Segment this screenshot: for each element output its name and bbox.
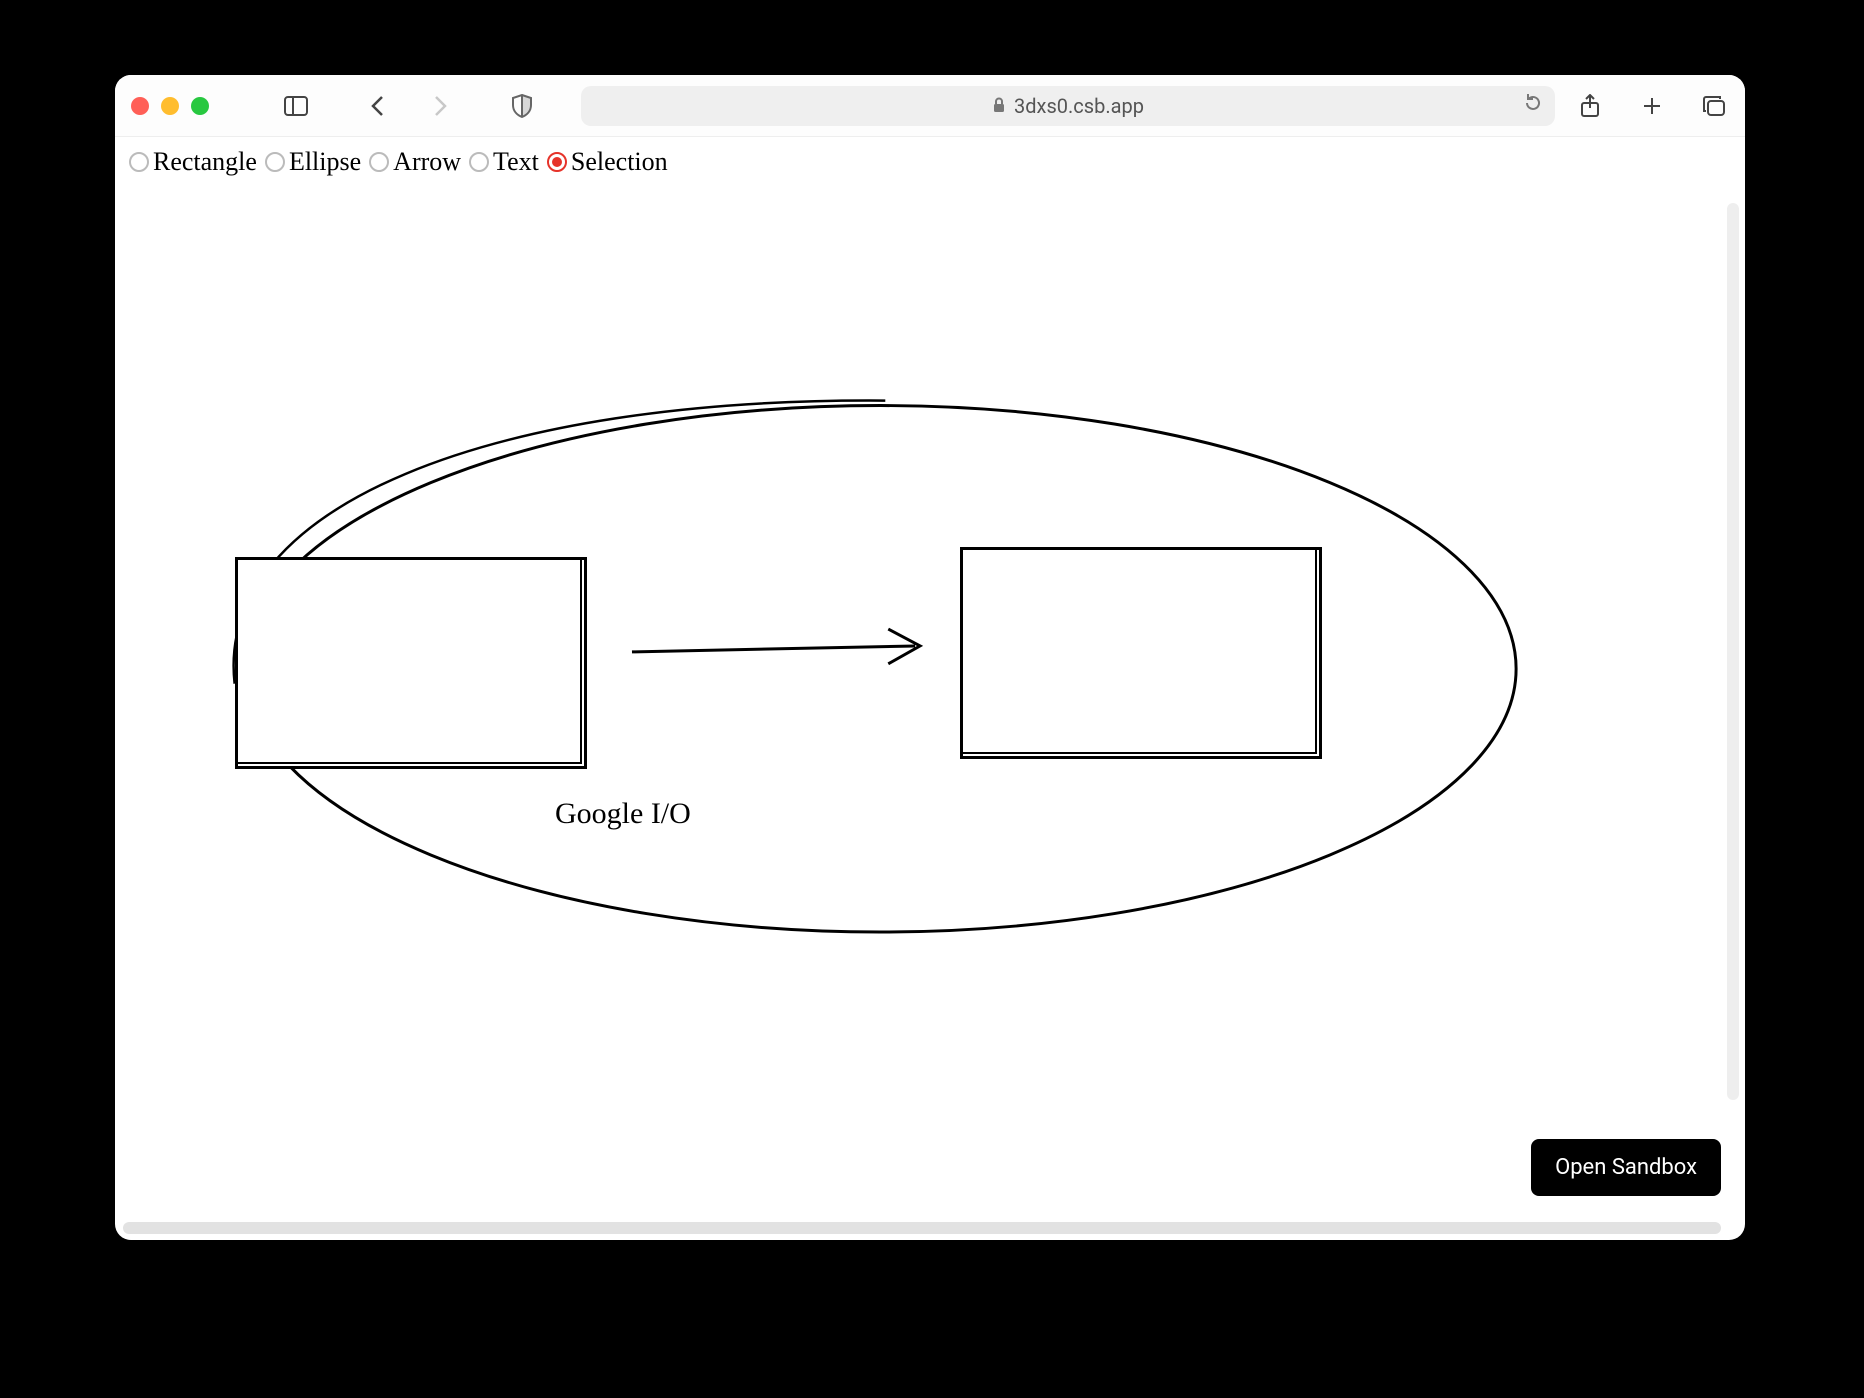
radio-text[interactable] bbox=[469, 152, 489, 172]
shape-rect-right[interactable] bbox=[960, 547, 1322, 759]
lock-icon bbox=[992, 94, 1006, 118]
address-bar[interactable]: 3dxs0.csb.app bbox=[581, 86, 1555, 126]
radio-arrow[interactable] bbox=[369, 152, 389, 172]
horizontal-scrollbar[interactable] bbox=[123, 1222, 1721, 1234]
tool-label-text: Text bbox=[493, 147, 539, 177]
tabs-icon[interactable] bbox=[1699, 91, 1729, 121]
page-content: Rectangle Ellipse Arrow Text Selection bbox=[115, 137, 1745, 1240]
back-button[interactable] bbox=[363, 91, 393, 121]
browser-titlebar: 3dxs0.csb.app bbox=[115, 75, 1745, 137]
radio-selection[interactable] bbox=[547, 152, 567, 172]
vertical-scrollbar[interactable] bbox=[1727, 203, 1739, 1100]
maximize-window-button[interactable] bbox=[191, 97, 209, 115]
drawing-canvas[interactable]: Google I/O bbox=[115, 187, 1745, 1240]
new-tab-icon[interactable] bbox=[1637, 91, 1667, 121]
window-controls bbox=[131, 97, 209, 115]
radio-rectangle[interactable] bbox=[129, 152, 149, 172]
open-sandbox-button[interactable]: Open Sandbox bbox=[1531, 1139, 1721, 1196]
address-bar-url: 3dxs0.csb.app bbox=[1014, 94, 1144, 118]
share-icon[interactable] bbox=[1575, 91, 1605, 121]
close-window-button[interactable] bbox=[131, 97, 149, 115]
tool-label-ellipse: Ellipse bbox=[289, 147, 361, 177]
tool-label-rectangle: Rectangle bbox=[153, 147, 257, 177]
tool-label-arrow: Arrow bbox=[393, 147, 461, 177]
forward-button[interactable] bbox=[425, 91, 455, 121]
browser-window: 3dxs0.csb.app Rectangle Ellipse Arrow Te… bbox=[115, 75, 1745, 1240]
shape-rect-left[interactable] bbox=[235, 557, 587, 769]
tool-label-selection: Selection bbox=[571, 147, 668, 177]
shape-text[interactable]: Google I/O bbox=[555, 797, 691, 831]
tool-picker: Rectangle Ellipse Arrow Text Selection bbox=[115, 137, 1745, 187]
minimize-window-button[interactable] bbox=[161, 97, 179, 115]
reload-icon[interactable] bbox=[1523, 93, 1543, 118]
sidebar-icon[interactable] bbox=[281, 91, 311, 121]
privacy-shield-icon[interactable] bbox=[507, 91, 537, 121]
shape-arrow[interactable] bbox=[632, 629, 920, 664]
radio-ellipse[interactable] bbox=[265, 152, 285, 172]
